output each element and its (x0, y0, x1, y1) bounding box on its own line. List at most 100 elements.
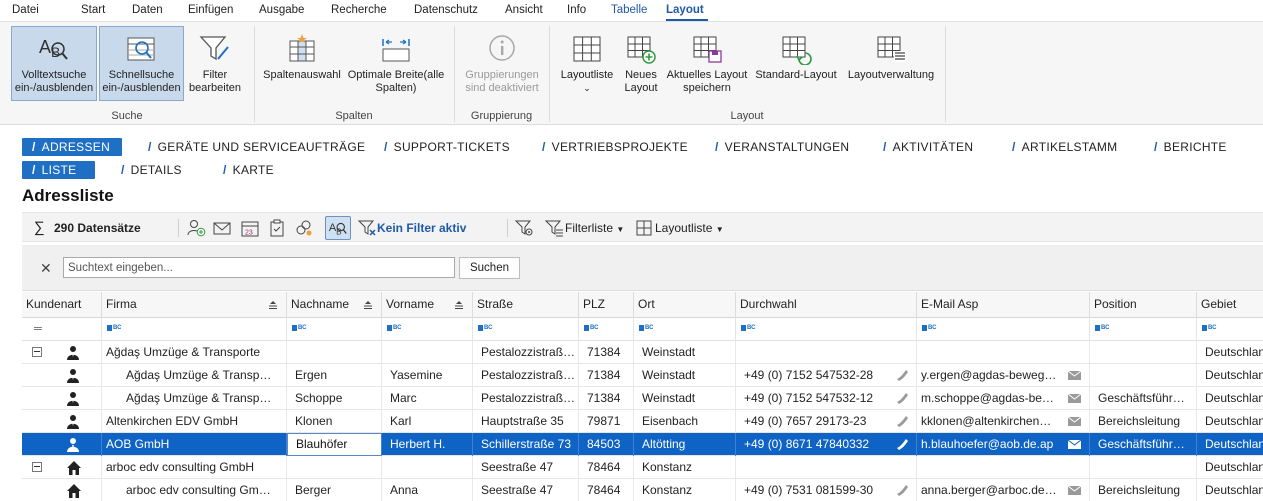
cell-strasse[interactable]: Pestalozzistraß… (473, 341, 579, 364)
cell-strasse[interactable]: Hauptstraße 35 (473, 410, 579, 433)
cell-plz[interactable]: 71384 (579, 341, 634, 364)
tab-liste[interactable]: / LISTE (22, 161, 95, 179)
filter-cell[interactable]: BC (736, 318, 917, 341)
cell-gebiet[interactable]: Deutschland (1197, 433, 1263, 456)
filter-cell[interactable]: BC (579, 318, 634, 341)
column-header-kundenart[interactable]: Kundenart (22, 292, 102, 318)
cell-nachname[interactable]: Klonen (287, 410, 382, 433)
tab-details[interactable]: / DETAILS (121, 161, 182, 179)
cell-mail[interactable]: m.schoppe@agdas-be… (917, 387, 1090, 410)
filter-list-dropdown[interactable]: Filterliste ▼ (565, 218, 624, 238)
phone-icon[interactable] (896, 369, 908, 381)
task-clipboard-icon[interactable] (267, 218, 287, 238)
column-header-position[interactable]: Position (1090, 292, 1197, 318)
cell-ort[interactable]: Eisenbach (634, 410, 736, 433)
filter-cell[interactable]: BC (473, 318, 579, 341)
cell-vorname[interactable] (382, 341, 473, 364)
filter-cell[interactable]: BC (287, 318, 382, 341)
cell-nachname-editing[interactable]: Blauhöfer (287, 433, 382, 456)
cell-vorname[interactable]: Yasemine (382, 364, 473, 387)
cell-plz[interactable]: 78464 (579, 456, 634, 479)
tab-support-tickets[interactable]: / SUPPORT-TICKETS (384, 138, 510, 156)
cell-tel[interactable]: +49 (0) 7152 547532-12 (736, 387, 917, 410)
cell-plz[interactable]: 71384 (579, 387, 634, 410)
filter-cell[interactable]: BC (1090, 318, 1197, 341)
tab-adressen[interactable]: / ADRESSEN (22, 138, 122, 156)
cell-tel[interactable]: +49 (0) 7531 081599-30 (736, 479, 917, 501)
cell-tel[interactable] (736, 341, 917, 364)
filter-off-icon[interactable] (357, 218, 377, 238)
cell-position[interactable] (1090, 364, 1197, 387)
cell-mail[interactable] (917, 341, 1090, 364)
search-input[interactable] (63, 257, 455, 278)
cell-nachname[interactable]: Berger (287, 479, 382, 501)
tab-aktivitaeten[interactable]: / AKTIVITÄTEN (883, 138, 973, 156)
mail-icon[interactable] (212, 218, 232, 238)
fulltext-search-toggle-button[interactable]: A B Volltextsuche ein-/ausblenden (11, 26, 97, 101)
table-row[interactable]: arboc edv consulting GmbH Seestraße 47 784… (22, 456, 1263, 479)
cell-strasse[interactable]: Pestalozzistraß… (473, 364, 579, 387)
filter-cell[interactable]: BC (917, 318, 1090, 341)
cell-firma[interactable]: AOB GmbH (102, 433, 287, 456)
cell-nachname[interactable] (287, 341, 382, 364)
menu-recherche[interactable]: Recherche (331, 4, 387, 16)
cell-ort[interactable]: Konstanz (634, 456, 736, 479)
cell-vorname[interactable]: Marc (382, 387, 473, 410)
column-header-plz[interactable]: PLZ (579, 292, 634, 318)
cell-strasse[interactable]: Schillerstraße 73 (473, 433, 579, 456)
cell-kundenart[interactable] (22, 387, 102, 410)
tab-veranstaltungen[interactable]: / VERANSTALTUNGEN (715, 138, 849, 156)
cell-plz[interactable]: 78464 (579, 479, 634, 501)
filter-cell[interactable]: BC (382, 318, 473, 341)
cell-ort[interactable]: Altötting (634, 433, 736, 456)
menu-info[interactable]: Info (567, 4, 586, 16)
cell-gebiet[interactable]: Deutschland (1197, 479, 1263, 501)
cell-mail[interactable]: y.ergen@agdas-beweg… (917, 364, 1090, 387)
column-header-nachname[interactable]: Nachname (287, 292, 382, 318)
mail-icon[interactable] (1068, 371, 1081, 380)
cell-tel[interactable]: +49 (0) 7657 29173-23 (736, 410, 917, 433)
menu-datei[interactable]: Datei (12, 4, 39, 16)
edit-filter-button[interactable]: Filter bearbeiten (186, 26, 244, 101)
phone-icon[interactable] (896, 415, 908, 427)
filter-status-link[interactable]: Kein Filter aktiv (377, 218, 466, 238)
cell-gebiet[interactable]: Deutschland (1197, 410, 1263, 433)
cell-position[interactable]: Geschäftsführ… (1090, 387, 1197, 410)
cell-plz[interactable]: 71384 (579, 364, 634, 387)
cell-vorname[interactable] (382, 456, 473, 479)
cell-gebiet[interactable]: Deutschland (1197, 341, 1263, 364)
table-row-selected[interactable]: AOB GmbH Blauhöfer Herbert H. Schillerstraß… (22, 433, 1263, 456)
cell-position[interactable]: Bereichsleitung (1090, 410, 1197, 433)
layout-list-dropdown[interactable]: Layoutliste ⌄ (556, 26, 618, 101)
cell-ort[interactable]: Weinstadt (634, 364, 736, 387)
column-header-durchwahl[interactable]: Durchwahl (736, 292, 917, 318)
menu-ansicht[interactable]: Ansicht (505, 4, 543, 16)
cell-tel[interactable]: +49 (0) 7152 547532-28 (736, 364, 917, 387)
cell-kundenart[interactable] (22, 456, 102, 479)
cell-position[interactable] (1090, 456, 1197, 479)
filter-settings-icon[interactable] (514, 218, 534, 238)
column-header-email[interactable]: E-Mail Asp (917, 292, 1090, 318)
phone-icon[interactable] (896, 392, 908, 404)
column-selection-button[interactable]: Spaltenauswahl (260, 26, 344, 101)
cell-position[interactable]: Geschäftsführ… (1090, 433, 1197, 456)
table-row[interactable]: arboc edv consulting Gm… Berger Anna Seestr… (22, 479, 1263, 501)
menu-start[interactable]: Start (81, 4, 105, 16)
cell-mail[interactable] (917, 456, 1090, 479)
cell-ort[interactable]: Weinstadt (634, 387, 736, 410)
cell-ort[interactable]: Weinstadt (634, 341, 736, 364)
new-layout-button[interactable]: Neues Layout (620, 26, 662, 101)
cell-kundenart[interactable] (22, 479, 102, 501)
menu-einfuegen[interactable]: Einfügen (188, 4, 233, 16)
cell-firma[interactable]: arboc edv consulting GmbH (102, 456, 287, 479)
cell-strasse[interactable]: Seestraße 47 (473, 456, 579, 479)
column-header-ort[interactable]: Ort (634, 292, 736, 318)
cell-plz[interactable]: 84503 (579, 433, 634, 456)
cell-vorname[interactable]: Herbert H. (382, 433, 473, 456)
fulltext-search-icon[interactable]: A B (325, 216, 351, 240)
menu-daten[interactable]: Daten (132, 4, 163, 16)
add-contact-icon[interactable] (186, 218, 206, 238)
filter-cell[interactable]: BC (102, 318, 287, 341)
cell-position[interactable]: Bereichsleitung (1090, 479, 1197, 501)
cell-kundenart[interactable] (22, 433, 102, 456)
